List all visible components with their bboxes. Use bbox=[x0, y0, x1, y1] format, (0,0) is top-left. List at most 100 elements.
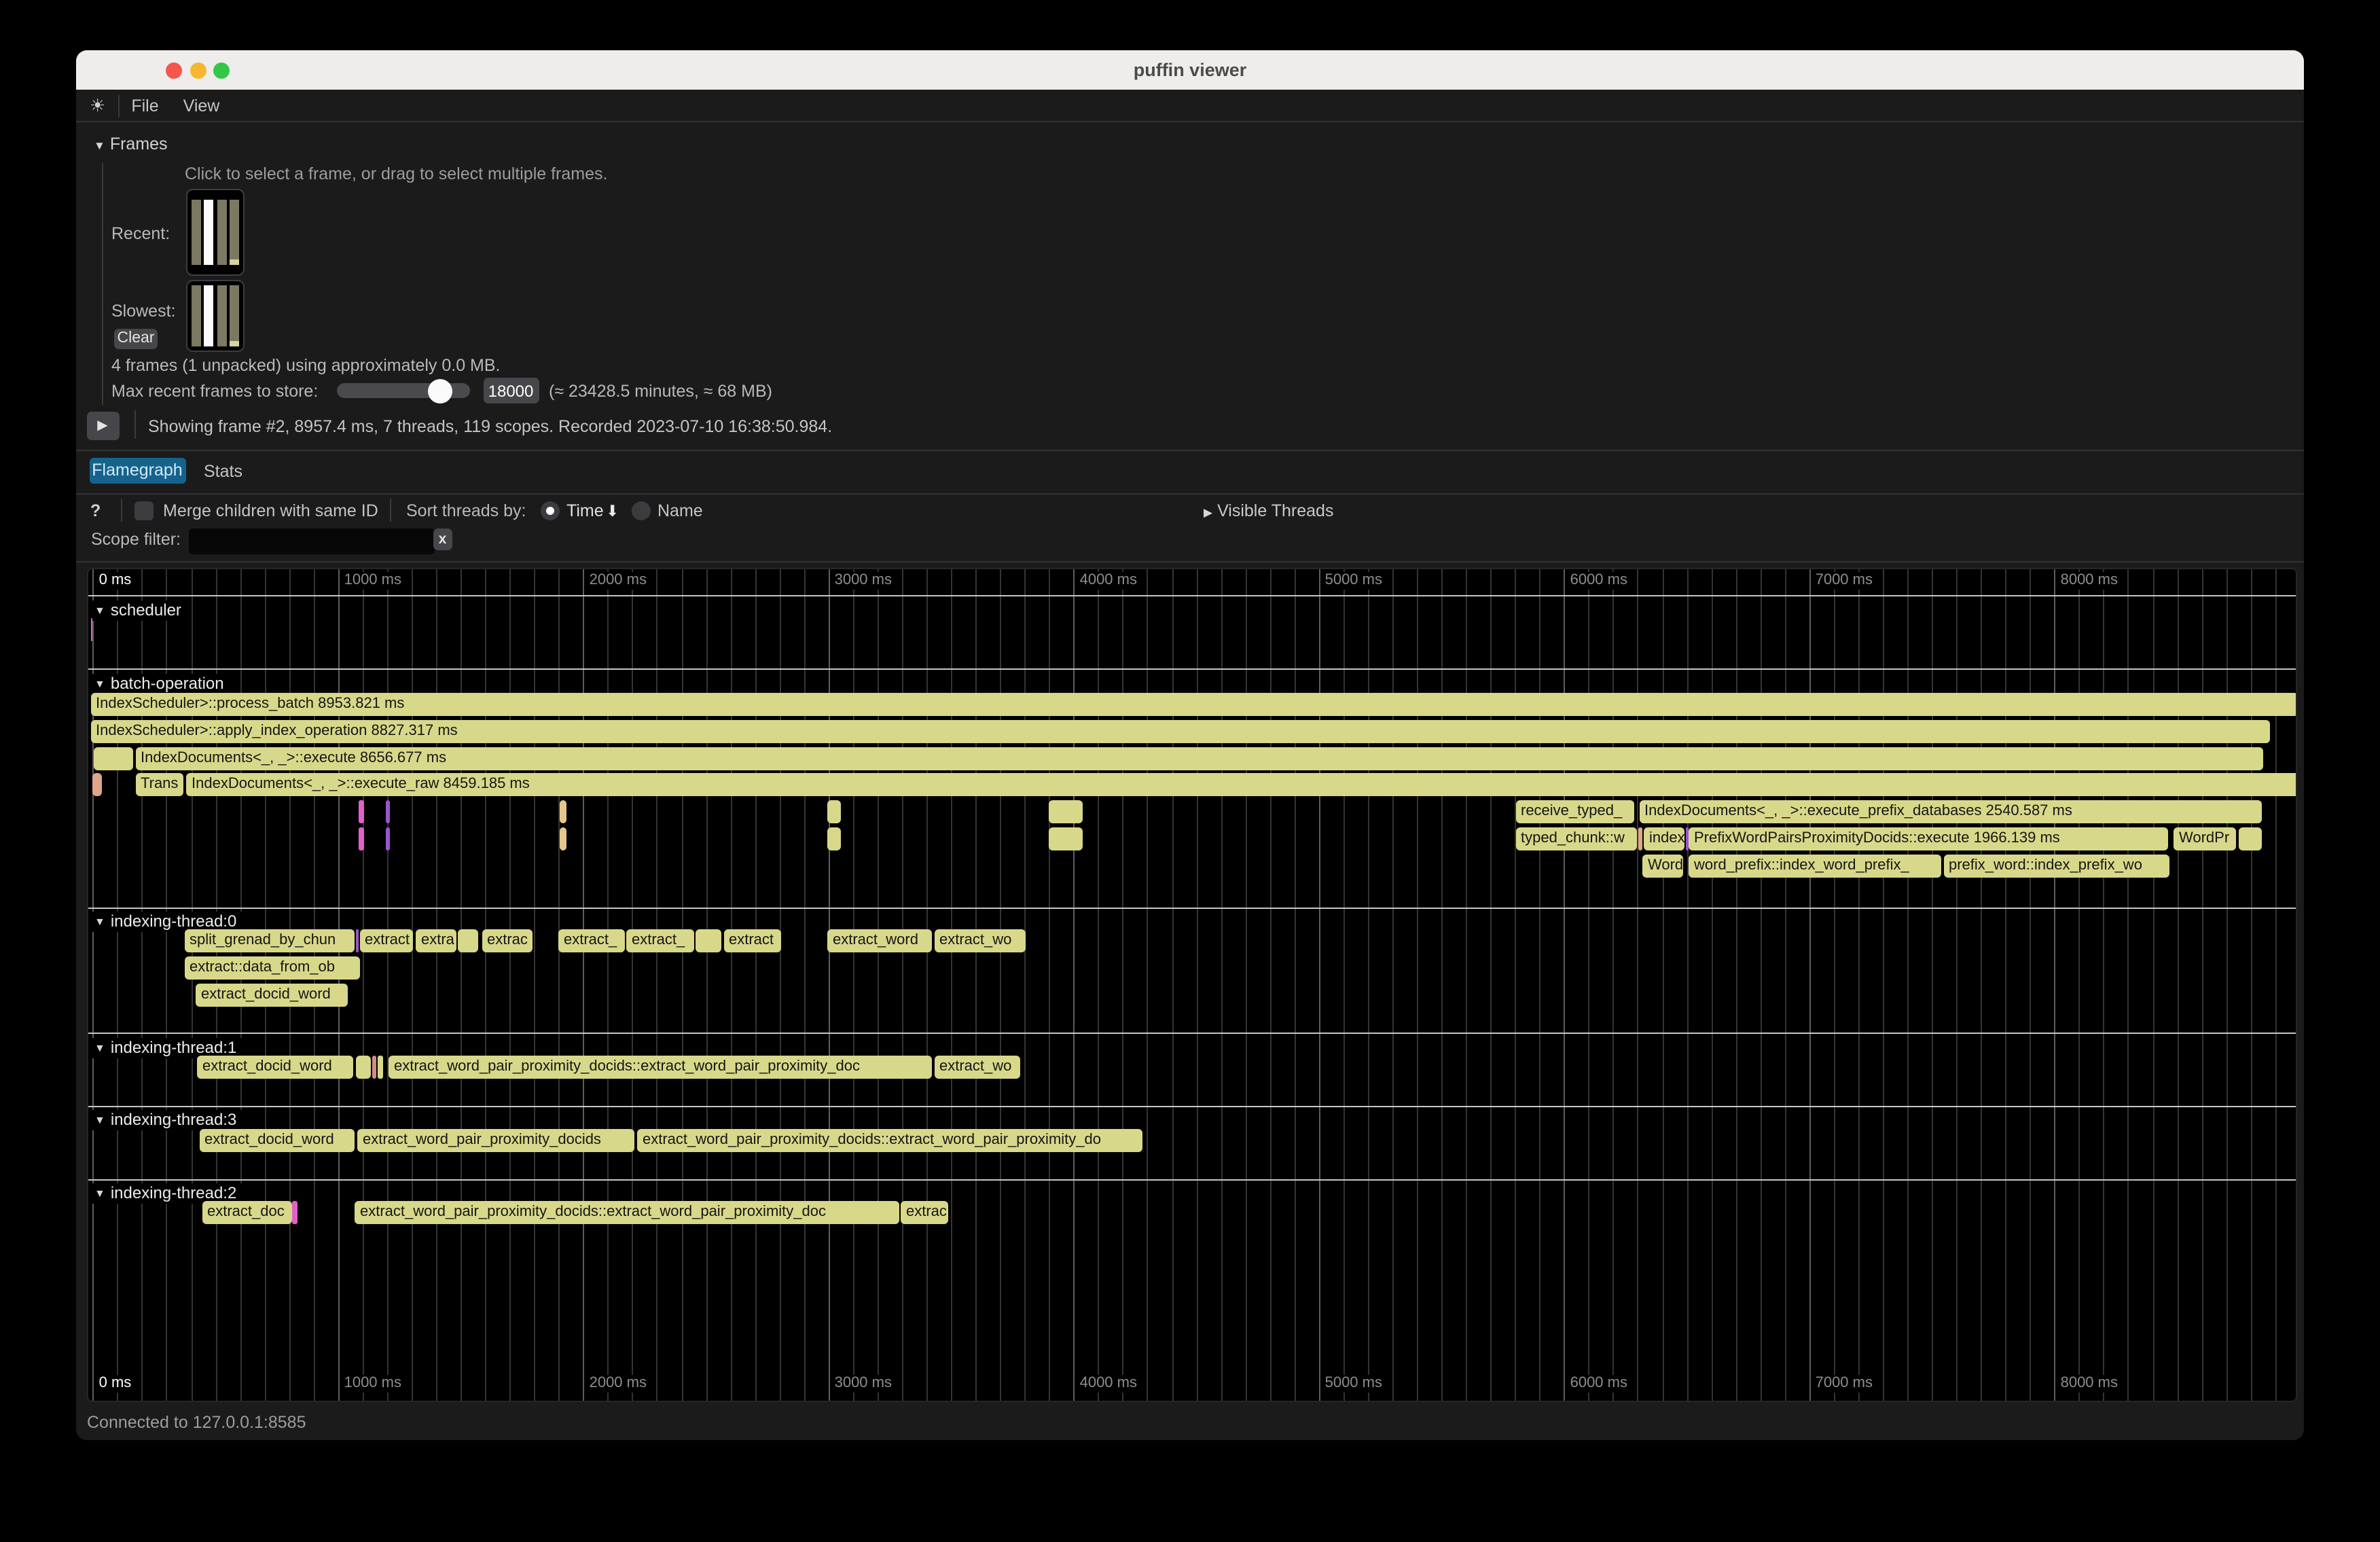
flame-bar[interactable] bbox=[356, 930, 359, 953]
flame-bar[interactable]: word_prefix::index_word_prefix_ bbox=[1689, 855, 1941, 878]
frame-thumbnail-bar[interactable] bbox=[217, 200, 226, 264]
flame-bar[interactable]: IndexDocuments<_, _>::execute_prefix_dat… bbox=[1639, 800, 2262, 823]
flame-bar[interactable]: extract_word_pair_proximity_docids::extr… bbox=[389, 1056, 931, 1079]
frame-thumbnail-bar[interactable] bbox=[230, 200, 239, 264]
frames-collapse-header[interactable]: ▼ Frames bbox=[94, 135, 168, 154]
thread-header[interactable]: ▼batch-operation bbox=[90, 674, 232, 694]
flame-bar[interactable] bbox=[386, 800, 390, 823]
recent-frames-thumbnail[interactable] bbox=[185, 189, 245, 275]
flame-bar[interactable] bbox=[292, 1202, 298, 1225]
flame-bar[interactable]: split_grenad_by_chun bbox=[184, 930, 355, 953]
menu-view[interactable]: View bbox=[183, 96, 220, 115]
sort-time-radio[interactable] bbox=[541, 501, 560, 520]
flame-bar[interactable]: extract_ bbox=[626, 930, 694, 953]
frame-thumbnail-bar[interactable] bbox=[217, 285, 226, 346]
flame-bar[interactable]: extract_word bbox=[827, 930, 932, 953]
flame-bar[interactable]: IndexDocuments<_, _>::execute 8656.677 m… bbox=[135, 747, 2263, 770]
thread-name: indexing-thread:1 bbox=[111, 1038, 236, 1057]
flame-bar[interactable]: extract_word_pair_proximity_docids::extr… bbox=[637, 1128, 1142, 1151]
sort-name-radio[interactable] bbox=[632, 501, 651, 520]
tab-flamegraph[interactable]: Flamegraph bbox=[89, 457, 185, 483]
flame-bar[interactable] bbox=[386, 827, 390, 850]
thread-header[interactable]: ▼indexing-thread:0 bbox=[90, 912, 245, 932]
flame-bar[interactable]: IndexDocuments<_, _>::execute_raw 8459.1… bbox=[186, 774, 2296, 797]
flame-bar[interactable] bbox=[359, 827, 364, 850]
flame-bar[interactable] bbox=[1048, 827, 1083, 850]
flame-bar[interactable]: extract::data_from_ob bbox=[184, 956, 359, 980]
flame-bar[interactable]: extract_doc bbox=[202, 1202, 291, 1225]
flame-bar[interactable] bbox=[560, 827, 566, 850]
flame-bar[interactable]: extract_word_pair_proximity_docids bbox=[357, 1128, 634, 1151]
help-button[interactable]: ? bbox=[90, 501, 101, 520]
flame-bar[interactable] bbox=[1048, 800, 1083, 823]
frame-thumbnail-bar[interactable] bbox=[230, 285, 239, 346]
flame-bar[interactable]: extract_docid_word bbox=[197, 1056, 353, 1079]
close-button[interactable] bbox=[166, 62, 182, 78]
max-frames-slider-knob[interactable] bbox=[427, 378, 452, 403]
minimize-button[interactable] bbox=[190, 62, 206, 78]
flame-bar[interactable] bbox=[2238, 827, 2262, 850]
scope-filter-clear-button[interactable]: x bbox=[433, 528, 452, 550]
thread-header[interactable]: ▼indexing-thread:2 bbox=[90, 1183, 245, 1204]
flame-bar[interactable]: IndexScheduler>::apply_index_operation 8… bbox=[90, 720, 2270, 743]
sort-time-label[interactable]: Time bbox=[566, 501, 604, 520]
zoom-button[interactable] bbox=[213, 62, 230, 78]
flame-bar[interactable] bbox=[372, 1056, 376, 1079]
flame-bar[interactable]: extract bbox=[359, 930, 413, 953]
max-frames-value[interactable]: 18000 bbox=[483, 378, 539, 404]
flame-bar[interactable]: extract_ bbox=[558, 930, 624, 953]
flame-bar[interactable]: index bbox=[1644, 827, 1684, 850]
flame-bar[interactable]: extract_wo bbox=[934, 1056, 1020, 1079]
play-button[interactable]: ▶ bbox=[86, 411, 119, 440]
flame-bar[interactable] bbox=[359, 800, 364, 823]
frame-thumbnail-bar[interactable] bbox=[191, 200, 200, 264]
flamegraph-panel[interactable]: 0 ms1000 ms2000 ms3000 ms4000 ms5000 ms6… bbox=[86, 568, 2296, 1401]
menu-file[interactable]: File bbox=[131, 96, 158, 115]
visible-threads-header[interactable]: ▶ Visible Threads bbox=[1204, 501, 1333, 520]
scope-filter-input[interactable] bbox=[188, 528, 435, 554]
thread-header[interactable]: ▼scheduler bbox=[90, 600, 190, 621]
flame-bar[interactable] bbox=[827, 800, 841, 823]
flame-bar[interactable] bbox=[458, 930, 478, 953]
radio-dot bbox=[546, 506, 554, 514]
flame-bar[interactable]: typed_chunk::w bbox=[1515, 827, 1636, 850]
flame-bar[interactable] bbox=[827, 827, 841, 850]
flame-bar[interactable]: Trans bbox=[135, 774, 183, 797]
flame-bar[interactable]: PrefixWordPairsProximityDocids::execute … bbox=[1689, 827, 2168, 850]
flame-bar[interactable]: prefix_word::index_prefix_wo bbox=[1943, 855, 2169, 878]
sort-direction-arrow-icon[interactable]: ⬇ bbox=[606, 501, 619, 520]
slowest-label: Slowest: bbox=[111, 302, 176, 321]
flame-bar[interactable]: extra bbox=[416, 930, 456, 953]
flame-bar[interactable] bbox=[378, 1056, 383, 1079]
flame-bar[interactable] bbox=[94, 747, 133, 770]
flame-bar[interactable] bbox=[1638, 827, 1642, 850]
frame-thumbnail-bar[interactable] bbox=[191, 285, 200, 346]
clear-button[interactable]: Clear bbox=[114, 328, 158, 349]
flame-bar[interactable] bbox=[560, 800, 566, 823]
axis-label-bottom: 8000 ms bbox=[2057, 1375, 2122, 1393]
tab-stats[interactable]: Stats bbox=[204, 461, 242, 480]
flame-bar[interactable]: extract_docid_word bbox=[199, 1128, 355, 1151]
frame-thumbnail-bar[interactable] bbox=[204, 200, 213, 264]
flame-bar[interactable]: extrac bbox=[901, 1202, 948, 1225]
flame-bar[interactable] bbox=[356, 1056, 371, 1079]
flame-bar[interactable]: receive_typed_ bbox=[1515, 800, 1634, 823]
thread-header[interactable]: ▼indexing-thread:3 bbox=[90, 1111, 245, 1131]
slowest-frames-thumbnail[interactable] bbox=[185, 280, 245, 351]
flame-bar[interactable] bbox=[1686, 827, 1688, 850]
flame-bar[interactable]: extract_wo bbox=[934, 930, 1025, 953]
flame-bar[interactable]: extract_word_pair_proximity_docids::extr… bbox=[355, 1202, 899, 1225]
flame-bar[interactable]: Word bbox=[1642, 855, 1683, 878]
flame-bar[interactable]: extract_docid_word bbox=[196, 983, 348, 1006]
flame-bar[interactable]: extract bbox=[723, 930, 781, 953]
flame-bar[interactable] bbox=[696, 930, 721, 953]
flame-bar[interactable]: extrac bbox=[482, 930, 533, 953]
flame-bar[interactable]: WordPr bbox=[2174, 827, 2235, 850]
theme-sun-icon[interactable]: ☀ bbox=[90, 94, 105, 116]
merge-children-label[interactable]: Merge children with same ID bbox=[163, 501, 378, 520]
flame-bar[interactable]: IndexScheduler>::process_batch 8953.821 … bbox=[90, 693, 2296, 716]
flame-bar[interactable] bbox=[92, 774, 103, 797]
sort-name-label[interactable]: Name bbox=[657, 501, 703, 520]
merge-children-checkbox[interactable] bbox=[134, 501, 154, 520]
frame-thumbnail-bar[interactable] bbox=[204, 285, 213, 346]
